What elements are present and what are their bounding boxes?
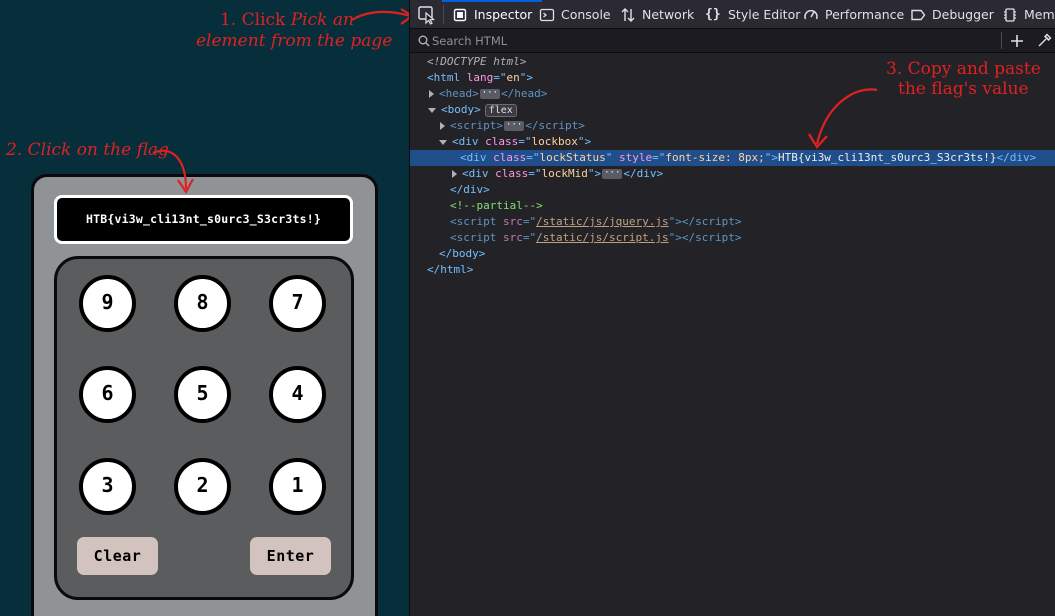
lockmid-div-node[interactable]: <div class="lockMid"> ··· </div>: [452, 166, 663, 182]
network-icon: [620, 7, 636, 23]
element-picker-button[interactable]: [414, 3, 438, 26]
tab-debugger[interactable]: Debugger: [910, 0, 994, 29]
script-node-jquery[interactable]: <script src="/static/js/jquery.js"></scr…: [450, 214, 741, 230]
jquery-src-link[interactable]: /static/js/jquery.js: [536, 215, 668, 228]
body-node[interactable]: <body> flex: [428, 102, 517, 118]
head-node[interactable]: <head> ··· </head>: [429, 86, 547, 102]
keypad-key-7[interactable]: 7: [269, 275, 326, 332]
keypad-key-4[interactable]: 4: [269, 366, 326, 423]
devtools-toolbar: Inspector Console Network {} Style Editor…: [410, 0, 1055, 29]
debugger-icon: [910, 7, 926, 23]
step3-annotation-line2: the flag's value: [898, 79, 1029, 99]
searchbar-divider: [1001, 32, 1002, 49]
keypad-key-9[interactable]: 9: [79, 275, 136, 332]
tab-performance[interactable]: Performance: [803, 0, 904, 29]
comment-node[interactable]: <!--partial-->: [450, 198, 543, 214]
performance-icon: [803, 7, 819, 23]
ellipsis-icon[interactable]: ···: [504, 121, 525, 131]
ellipsis-icon[interactable]: ···: [602, 169, 623, 179]
devtools-panel: Inspector Console Network {} Style Editor…: [409, 0, 1055, 616]
memory-icon: [1002, 7, 1018, 23]
body-close-tag[interactable]: </body>: [439, 246, 485, 262]
keypad-key-6[interactable]: 6: [79, 366, 136, 423]
tab-inspector[interactable]: Inspector: [441, 0, 543, 29]
keypad-key-3[interactable]: 3: [79, 458, 136, 515]
html-node[interactable]: <html lang="en">: [427, 70, 533, 86]
collapse-icon[interactable]: [428, 107, 436, 113]
keypad-key-1[interactable]: 1: [269, 458, 326, 515]
add-node-icon[interactable]: [1010, 34, 1024, 48]
ellipsis-icon[interactable]: ···: [479, 89, 501, 99]
enter-button[interactable]: Enter: [250, 537, 331, 575]
script-node-main[interactable]: <script src="/static/js/script.js"></scr…: [450, 230, 741, 246]
flex-badge[interactable]: flex: [484, 104, 517, 117]
eyedropper-icon[interactable]: [1037, 33, 1052, 48]
step2-annotation: 2. Click on the flag: [6, 140, 169, 160]
search-icon: [418, 35, 430, 47]
html-search-bar: [410, 29, 1055, 53]
step3-arrow: [808, 88, 878, 149]
style-editor-icon: {}: [705, 6, 721, 22]
keypad-key-5[interactable]: 5: [174, 366, 231, 423]
lockbox-close-tag[interactable]: </div>: [450, 182, 490, 198]
toolbar-divider: [443, 5, 444, 24]
collapse-icon[interactable]: [439, 139, 447, 145]
search-html-input[interactable]: [432, 32, 992, 49]
step1-annotation-line2: element from the page: [196, 31, 393, 51]
tab-memory[interactable]: Memo: [1002, 0, 1055, 29]
script-src-link[interactable]: /static/js/script.js: [536, 231, 668, 244]
element-picker-icon: [418, 6, 435, 25]
keypad-key-2[interactable]: 2: [174, 458, 231, 515]
lock-status-display[interactable]: HTB{vi3w_cli13nt_s0urc3_S3cr3ts!}: [54, 195, 353, 244]
expand-icon[interactable]: [452, 170, 457, 178]
tab-style-editor[interactable]: {} Style Editor: [705, 0, 800, 29]
tab-network[interactable]: Network: [620, 0, 694, 29]
clear-button[interactable]: Clear: [77, 537, 158, 575]
step2-arrow: [152, 149, 194, 195]
step3-annotation: 3. Copy and paste: [886, 59, 1041, 79]
step1-annotation: 1. Click Pick an: [220, 10, 354, 30]
lockbox-div-node[interactable]: <div class="lockbox">: [439, 134, 591, 150]
script-node-inline[interactable]: <script> ··· </script>: [440, 118, 585, 134]
tab-console[interactable]: Console: [539, 0, 611, 29]
expand-icon[interactable]: [440, 122, 445, 130]
keypad-key-8[interactable]: 8: [174, 275, 231, 332]
inspector-icon: [452, 7, 468, 23]
html-close-tag[interactable]: </html>: [427, 262, 473, 278]
console-icon: [539, 7, 555, 23]
lockstatus-div-node[interactable]: <div class="lockStatus" style="font-size…: [460, 150, 1036, 166]
expand-icon[interactable]: [429, 90, 434, 98]
doctype-node[interactable]: <!DOCTYPE html>: [427, 54, 526, 70]
web-page-viewport: HTB{vi3w_cli13nt_s0urc3_S3cr3ts!} 9 8 7 …: [0, 0, 409, 616]
